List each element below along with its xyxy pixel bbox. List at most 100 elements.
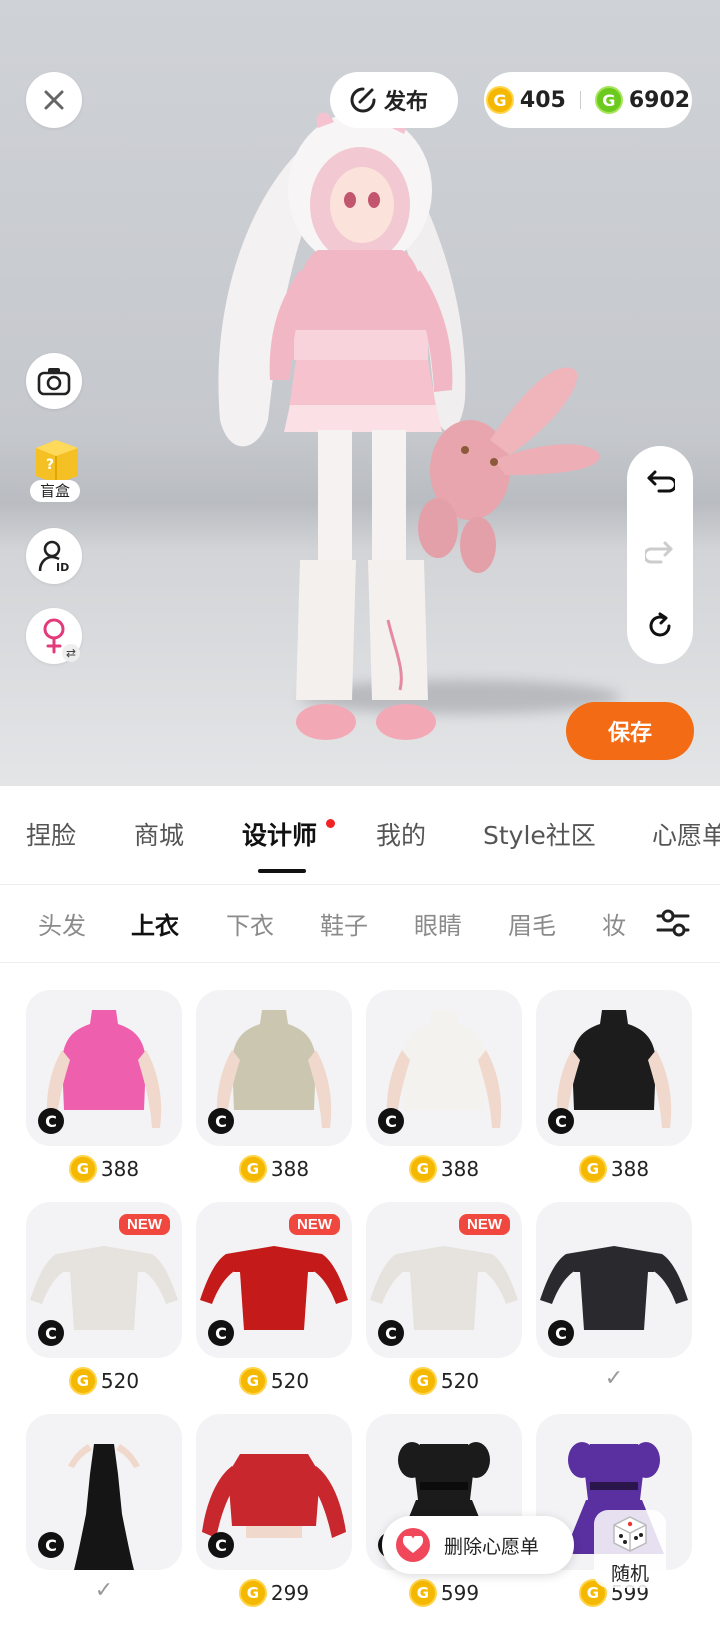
close-button[interactable] <box>26 72 82 128</box>
undo-icon[interactable] <box>645 469 675 495</box>
creator-icon: C <box>548 1320 574 1346</box>
tab-mine[interactable]: 我的 <box>376 816 426 852</box>
item-card[interactable]: C <box>536 990 692 1146</box>
active-tab-indicator <box>258 869 306 873</box>
publish-label: 发布 <box>384 90 429 115</box>
gold-coin-icon: G <box>408 1579 437 1607</box>
item-card[interactable]: C <box>536 1202 692 1358</box>
price-value: 299 <box>270 1581 310 1605</box>
item-card[interactable]: C <box>196 1414 352 1570</box>
tab-style-community[interactable]: Style社区 <box>483 816 596 852</box>
creator-icon: C <box>208 1532 234 1558</box>
balance-divider <box>579 91 581 109</box>
new-badge: NEW <box>289 1214 340 1235</box>
tab-wishlist[interactable]: 心愿单 <box>652 816 720 852</box>
remove-wishlist-button[interactable]: 删除心愿单 <box>382 1516 574 1574</box>
dice-icon <box>613 1516 647 1552</box>
item-card[interactable]: C <box>26 990 182 1146</box>
item-price: G 388 <box>26 1154 182 1184</box>
new-badge: NEW <box>119 1214 170 1235</box>
gold-coin-icon: G <box>238 1367 267 1395</box>
gold-coin-icon: G <box>68 1155 97 1183</box>
item-card[interactable]: C NEW <box>196 1202 352 1358</box>
item-price: G 388 <box>536 1154 692 1184</box>
price-value: 520 <box>440 1369 480 1393</box>
new-indicator-dot <box>326 819 335 828</box>
creator-icon: C <box>38 1108 64 1134</box>
item-price: G 388 <box>196 1154 352 1184</box>
svg-text:?: ? <box>46 457 54 473</box>
tab-face[interactable]: 捏脸 <box>26 816 76 852</box>
subtab-hair[interactable]: 头发 <box>38 906 86 941</box>
green-coin-icon: G <box>594 86 623 114</box>
camera-button[interactable] <box>26 353 82 409</box>
gold-coin-icon: G <box>238 1579 267 1607</box>
publish-icon <box>350 87 376 113</box>
gold-coin-icon: G <box>578 1155 607 1183</box>
creator-icon: C <box>378 1320 404 1346</box>
remove-wishlist-label: 删除心愿单 <box>444 1535 540 1558</box>
price-value: 388 <box>610 1157 650 1181</box>
gold-coin-icon: G <box>485 86 514 114</box>
creator-icon: C <box>548 1108 574 1134</box>
owned-check-icon: ✓ <box>604 1366 624 1391</box>
price-value: 388 <box>100 1157 140 1181</box>
edit-history-bar <box>627 446 693 664</box>
gold-coin-icon: G <box>408 1155 437 1183</box>
tab-designer[interactable]: 设计师 <box>242 816 317 852</box>
item-card[interactable]: C NEW <box>26 1202 182 1358</box>
reset-icon[interactable] <box>645 611 675 641</box>
tab-mall[interactable]: 商城 <box>134 816 184 852</box>
new-badge: NEW <box>459 1214 510 1235</box>
currency-balance[interactable]: G 405 G 6902 <box>484 72 692 128</box>
blindbox-label: 盲盒 <box>30 480 80 502</box>
subtab-makeup[interactable]: 妆 <box>602 906 626 941</box>
filter-icon[interactable] <box>656 908 690 938</box>
price-value: 520 <box>270 1369 310 1393</box>
category-tabs: 捏脸 商城 设计师 我的 Style社区 心愿单 <box>0 786 720 885</box>
subtab-bottoms[interactable]: 下衣 <box>226 906 274 941</box>
svg-text:ID: ID <box>56 561 69 573</box>
publish-button[interactable]: 发布 <box>330 72 458 128</box>
price-value: 520 <box>100 1369 140 1393</box>
item-price: G 520 <box>196 1366 352 1396</box>
item-price: G 299 <box>196 1578 352 1608</box>
subtab-shoes[interactable]: 鞋子 <box>320 906 368 941</box>
item-price: G 599 <box>366 1578 522 1608</box>
swap-icon: ⇄ <box>62 644 80 662</box>
item-card[interactable]: C NEW <box>366 1202 522 1358</box>
save-button[interactable]: 保存 <box>566 702 694 760</box>
price-value: 388 <box>440 1157 480 1181</box>
creator-icon: C <box>208 1108 234 1134</box>
creator-icon: C <box>38 1532 64 1558</box>
subtab-eyebrows[interactable]: 眉毛 <box>508 906 556 941</box>
blindbox-icon: ? <box>36 440 78 484</box>
avatar-id-button[interactable]: ID <box>26 528 82 584</box>
gold-coin-icon: G <box>238 1155 267 1183</box>
heart-icon <box>396 1528 430 1562</box>
subtab-eyes[interactable]: 眼睛 <box>414 906 462 941</box>
avatar-stage[interactable]: 发布 G 405 G 6902 ? 盲盒 ID ⇄ 保存 <box>0 0 720 786</box>
gold-coin-icon: G <box>408 1367 437 1395</box>
subtab-tops[interactable]: 上衣 <box>131 906 179 941</box>
random-label: 随机 <box>610 1563 649 1585</box>
gender-switch-button[interactable]: ⇄ <box>26 608 82 664</box>
blindbox-button[interactable]: ? 盲盒 <box>26 436 84 502</box>
item-price: G 520 <box>26 1366 182 1396</box>
item-card[interactable]: C <box>196 990 352 1146</box>
price-value: 388 <box>270 1157 310 1181</box>
gold-coin-icon: G <box>68 1367 97 1395</box>
camera-icon <box>37 368 71 396</box>
item-price: G 520 <box>366 1366 522 1396</box>
redo-icon[interactable] <box>645 540 675 566</box>
creator-icon: C <box>378 1108 404 1134</box>
random-button[interactable]: 随机 <box>594 1510 666 1588</box>
item-price: G 388 <box>366 1154 522 1184</box>
creator-icon: C <box>208 1320 234 1346</box>
item-card[interactable]: C <box>366 990 522 1146</box>
creator-icon: C <box>38 1320 64 1346</box>
item-card[interactable]: C <box>26 1414 182 1570</box>
avatar-id-icon: ID <box>38 540 69 573</box>
price-value: 599 <box>440 1581 480 1605</box>
close-icon <box>44 90 64 110</box>
